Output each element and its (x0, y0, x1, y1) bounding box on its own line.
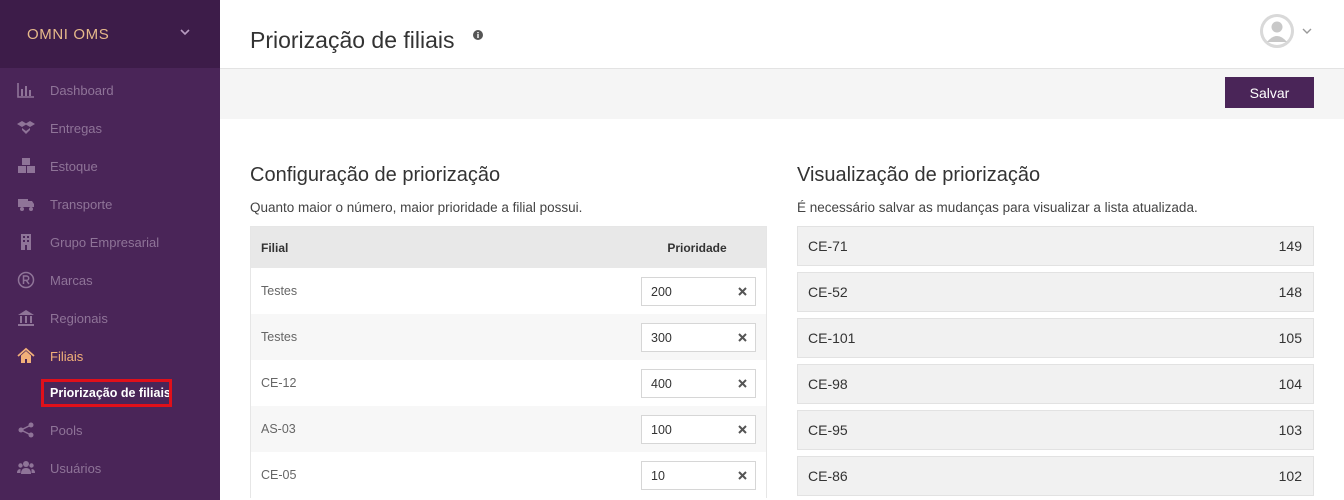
chevron-down-icon[interactable] (178, 25, 192, 39)
list-item: CE-71 149 (797, 226, 1314, 266)
building-icon (16, 232, 36, 252)
bar-chart-icon (16, 80, 36, 100)
registered-icon (16, 270, 36, 290)
priority-value: 105 (1278, 330, 1302, 346)
priority-input[interactable] (642, 416, 732, 443)
info-icon[interactable] (473, 30, 483, 40)
priority-value: 103 (1278, 422, 1302, 438)
sidebar-item-estoque[interactable]: Estoque (0, 147, 220, 185)
sidebar-item-label: Filiais (50, 348, 84, 364)
list-item: CE-101 105 (797, 318, 1314, 358)
sidebar-item-usuarios[interactable]: Usuários (0, 449, 220, 487)
selection-highlight (41, 379, 172, 407)
sidebar-item-grupo-empresarial[interactable]: Grupo Empresarial (0, 223, 220, 261)
brand-title: OMNI OMS (27, 25, 110, 43)
sidebar-item-label: Marcas (50, 272, 93, 288)
config-section-title: Configuração de priorização (250, 164, 501, 186)
table-row: CE-12 (251, 360, 766, 406)
table-row: Testes (251, 314, 766, 360)
priority-field (641, 277, 756, 306)
sidebar-item-label: Usuários (50, 460, 102, 476)
filial-name: CE-86 (808, 468, 848, 484)
priority-value: 104 (1278, 376, 1302, 392)
sidebar-nav: Dashboard Entregas Estoque Transporte Gr… (0, 68, 220, 487)
filial-name: CE-95 (808, 422, 848, 438)
home-icon (16, 346, 36, 366)
filial-name: CE-71 (808, 238, 848, 254)
close-icon[interactable] (738, 287, 747, 296)
user-icon (1260, 14, 1294, 48)
priority-field (641, 369, 756, 398)
priority-field (641, 323, 756, 352)
list-item: CE-86 102 (797, 456, 1314, 496)
table-row: Testes (251, 268, 766, 314)
users-icon (16, 458, 36, 478)
priority-input[interactable] (642, 278, 732, 305)
cubes-icon (16, 156, 36, 176)
sidebar-item-regionais[interactable]: Regionais (0, 299, 220, 337)
table-row: CE-05 (251, 452, 766, 498)
list-item: CE-98 104 (797, 364, 1314, 404)
page-title: Priorização de filiais (250, 27, 455, 53)
priority-value: 102 (1278, 468, 1302, 484)
priority-input[interactable] (642, 462, 732, 489)
column-header-filial: Filial (261, 240, 289, 255)
chevron-down-icon[interactable] (1302, 27, 1312, 35)
toolbar: Salvar (220, 69, 1344, 119)
viz-section-description: É necessário salvar as mudanças para vis… (797, 200, 1198, 215)
list-item: CE-52 148 (797, 272, 1314, 312)
column-header-prioridade: Prioridade (667, 240, 727, 255)
sidebar-item-label: Estoque (50, 158, 98, 174)
priority-visualization-list: CE-71 149 CE-52 148 CE-101 105 CE-98 104… (797, 226, 1314, 500)
sidebar-item-label: Regionais (50, 310, 108, 326)
sidebar: OMNI OMS Dashboard Entregas Estoque Tran… (0, 0, 220, 500)
priority-field (641, 461, 756, 490)
sidebar-item-label: Grupo Empresarial (50, 234, 160, 250)
sidebar-item-pools[interactable]: Pools (0, 411, 220, 449)
sidebar-item-marcas[interactable]: Marcas (0, 261, 220, 299)
filial-name: CE-101 (808, 330, 856, 346)
filial-name: CE-98 (808, 376, 848, 392)
sidebar-item-label: Pools (50, 422, 83, 438)
close-icon[interactable] (738, 471, 747, 480)
filial-name: CE-52 (808, 284, 848, 300)
priority-config-table: Filial Prioridade Testes Testes CE-12 AS… (250, 226, 767, 498)
sidebar-item-filiais[interactable]: Filiais (0, 337, 220, 375)
sidebar-item-entregas[interactable]: Entregas (0, 109, 220, 147)
close-icon[interactable] (738, 333, 747, 342)
share-icon (16, 420, 36, 440)
priority-input[interactable] (642, 324, 732, 351)
page-header: Priorização de filiais (220, 0, 1344, 69)
viz-section-title: Visualização de priorização (797, 164, 1041, 186)
sidebar-item-label: Dashboard (50, 82, 114, 98)
priority-value: 148 (1278, 284, 1302, 300)
sidebar-item-transporte[interactable]: Transporte (0, 185, 220, 223)
list-item: CE-95 103 (797, 410, 1314, 450)
brand-bar[interactable]: OMNI OMS (0, 0, 220, 68)
truck-icon (16, 194, 36, 214)
table-row: AS-03 (251, 406, 766, 452)
sidebar-item-label: Transporte (50, 196, 113, 212)
priority-field (641, 415, 756, 444)
avatar[interactable] (1260, 14, 1294, 48)
close-icon[interactable] (738, 379, 747, 388)
priority-input[interactable] (642, 370, 732, 397)
table-header: Filial Prioridade (251, 227, 766, 268)
sidebar-item-label: Entregas (50, 120, 103, 136)
config-section-description: Quanto maior o número, maior prioridade … (250, 200, 583, 215)
dropbox-icon (16, 118, 36, 138)
save-button[interactable]: Salvar (1225, 77, 1314, 108)
priority-value: 149 (1278, 238, 1302, 254)
close-icon[interactable] (738, 425, 747, 434)
bank-icon (16, 308, 36, 328)
sidebar-item-dashboard[interactable]: Dashboard (0, 71, 220, 109)
